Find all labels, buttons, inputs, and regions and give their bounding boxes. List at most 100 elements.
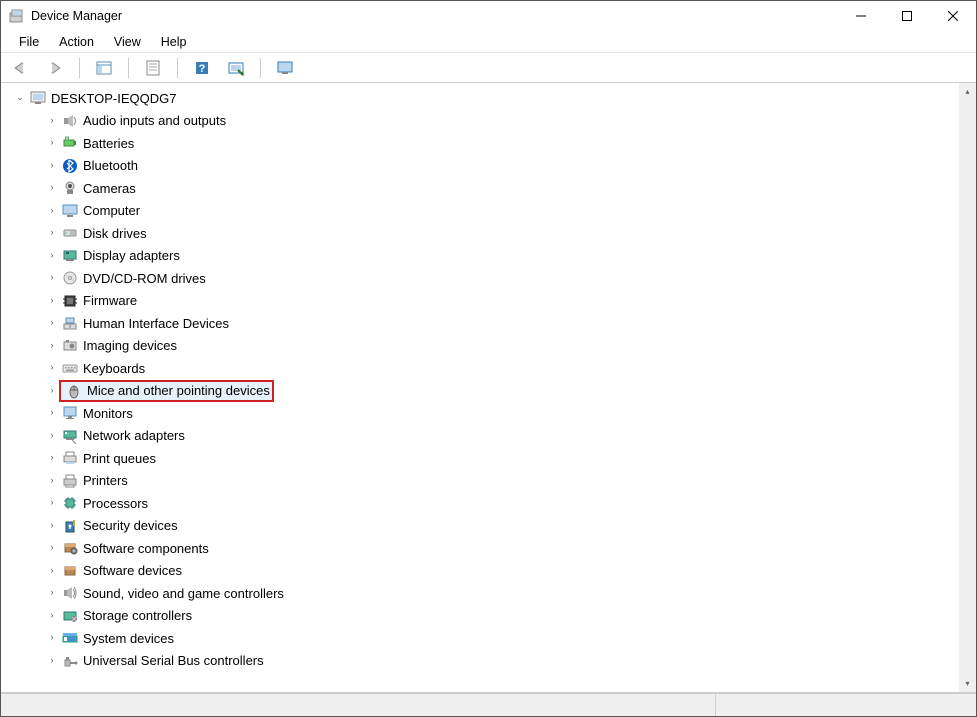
category-label: Bluetooth (83, 158, 138, 173)
software-comp-icon (61, 539, 79, 557)
expand-toggle-icon[interactable]: › (45, 272, 59, 282)
tree-root[interactable]: ⌄ DESKTOP-IEQQDG7 (9, 87, 959, 110)
tree-category[interactable]: ›DVD/CD-ROM drives (9, 267, 959, 290)
tree-category[interactable]: ›Network adapters (9, 425, 959, 448)
expand-toggle-icon[interactable]: › (45, 587, 59, 597)
menu-file[interactable]: File (11, 33, 47, 51)
expand-toggle-icon[interactable]: › (45, 452, 59, 462)
expand-toggle-icon[interactable]: › (45, 542, 59, 552)
tree-category[interactable]: › Mice and other pointing devices (9, 380, 959, 403)
network-icon (61, 427, 79, 445)
tree-category[interactable]: › Firmware (9, 290, 959, 313)
category-label: Display adapters (83, 248, 180, 263)
battery-icon (61, 134, 79, 152)
expand-toggle-icon[interactable]: › (45, 205, 59, 215)
menu-help[interactable]: Help (153, 33, 195, 51)
expand-toggle-icon[interactable]: › (45, 340, 59, 350)
tree-category[interactable]: ›Audio inputs and outputs (9, 110, 959, 133)
toolbar-help-button[interactable]: ? (190, 56, 214, 80)
tree-category[interactable]: ›Storage controllers (9, 605, 959, 628)
scroll-up-button[interactable]: ▴ (959, 83, 976, 100)
category-label: Security devices (83, 518, 178, 533)
app-icon (9, 8, 25, 24)
expand-toggle-icon[interactable]: › (45, 160, 59, 170)
toolbar-forward-button[interactable] (43, 56, 67, 80)
statusbar (1, 693, 976, 716)
toolbar: ? (1, 53, 976, 83)
expand-toggle-icon[interactable]: › (45, 655, 59, 665)
expand-toggle-icon[interactable]: › (45, 362, 59, 372)
expand-toggle-icon[interactable]: › (45, 385, 59, 395)
toolbar-properties-button[interactable] (141, 56, 165, 80)
close-button[interactable] (930, 1, 976, 31)
tree-category[interactable]: › Security devices (9, 515, 959, 538)
sound-icon (61, 584, 79, 602)
minimize-button[interactable] (838, 1, 884, 31)
expand-toggle-icon[interactable]: ⌄ (13, 92, 27, 103)
expand-toggle-icon[interactable]: › (45, 250, 59, 260)
expand-toggle-icon[interactable]: › (45, 610, 59, 620)
expand-toggle-icon[interactable]: › (45, 317, 59, 327)
device-tree[interactable]: ⌄ DESKTOP-IEQQDG7 ›Audio inputs and outp… (1, 83, 959, 692)
category-label: Human Interface Devices (83, 316, 229, 331)
bluetooth-icon (61, 157, 79, 175)
toolbar-scan-button[interactable] (224, 56, 248, 80)
tree-category[interactable]: › Software devices (9, 560, 959, 583)
expand-toggle-icon[interactable]: › (45, 430, 59, 440)
menu-action[interactable]: Action (51, 33, 102, 51)
expand-toggle-icon[interactable]: › (45, 295, 59, 305)
toolbar-monitor-button[interactable] (273, 56, 297, 80)
expand-toggle-icon[interactable]: › (45, 475, 59, 485)
tree-category[interactable]: › Keyboards (9, 357, 959, 380)
tree-category[interactable]: › Display adapters (9, 245, 959, 268)
toolbar-show-hide-tree-button[interactable] (92, 56, 116, 80)
expand-toggle-icon[interactable]: › (45, 497, 59, 507)
tree-category[interactable]: › Print queues (9, 447, 959, 470)
tree-category[interactable]: ›Batteries (9, 132, 959, 155)
camera-icon (61, 179, 79, 197)
expand-toggle-icon[interactable]: › (45, 137, 59, 147)
system-icon (61, 629, 79, 647)
maximize-button[interactable] (884, 1, 930, 31)
tree-category[interactable]: ›Cameras (9, 177, 959, 200)
category-label: Keyboards (83, 361, 145, 376)
scroll-down-button[interactable]: ▾ (959, 675, 976, 692)
expand-toggle-icon[interactable]: › (45, 520, 59, 530)
processor-icon (61, 494, 79, 512)
expand-toggle-icon[interactable]: › (45, 565, 59, 575)
computer-icon (29, 89, 47, 107)
titlebar: Device Manager (1, 1, 976, 31)
category-label: Imaging devices (83, 338, 177, 353)
tree-category[interactable]: ›Universal Serial Bus controllers (9, 650, 959, 673)
tree-category[interactable]: ›Software components (9, 537, 959, 560)
tree-category[interactable]: ›Monitors (9, 402, 959, 425)
category-label: Mice and other pointing devices (87, 383, 270, 398)
tree-category[interactable]: › Imaging devices (9, 335, 959, 358)
expand-toggle-icon[interactable]: › (45, 227, 59, 237)
category-label: Computer (83, 203, 140, 218)
toolbar-back-button[interactable] (9, 56, 33, 80)
usb-icon (61, 652, 79, 670)
category-label: Firmware (83, 293, 137, 308)
expand-toggle-icon[interactable]: › (45, 632, 59, 642)
tree-category[interactable]: ›System devices (9, 627, 959, 650)
tree-category[interactable]: ›Sound, video and game controllers (9, 582, 959, 605)
keyboard-icon (61, 359, 79, 377)
menu-view[interactable]: View (106, 33, 149, 51)
root-label: DESKTOP-IEQQDG7 (51, 91, 176, 106)
category-label: Software devices (83, 563, 182, 578)
tree-category[interactable]: › Bluetooth (9, 155, 959, 178)
tree-category[interactable]: › Human Interface Devices (9, 312, 959, 335)
expand-toggle-icon[interactable]: › (45, 407, 59, 417)
computer-icon (61, 202, 79, 220)
vertical-scrollbar[interactable]: ▴ ▾ (959, 83, 976, 692)
tree-category[interactable]: ›Processors (9, 492, 959, 515)
category-label: Print queues (83, 451, 156, 466)
tree-category[interactable]: ›Printers (9, 470, 959, 493)
menubar: File Action View Help (1, 31, 976, 53)
expand-toggle-icon[interactable]: › (45, 182, 59, 192)
expand-toggle-icon[interactable]: › (45, 115, 59, 125)
tree-category[interactable]: ›Disk drives (9, 222, 959, 245)
device-manager-window: Device Manager File Action View Help (0, 0, 977, 717)
tree-category[interactable]: › Computer (9, 200, 959, 223)
